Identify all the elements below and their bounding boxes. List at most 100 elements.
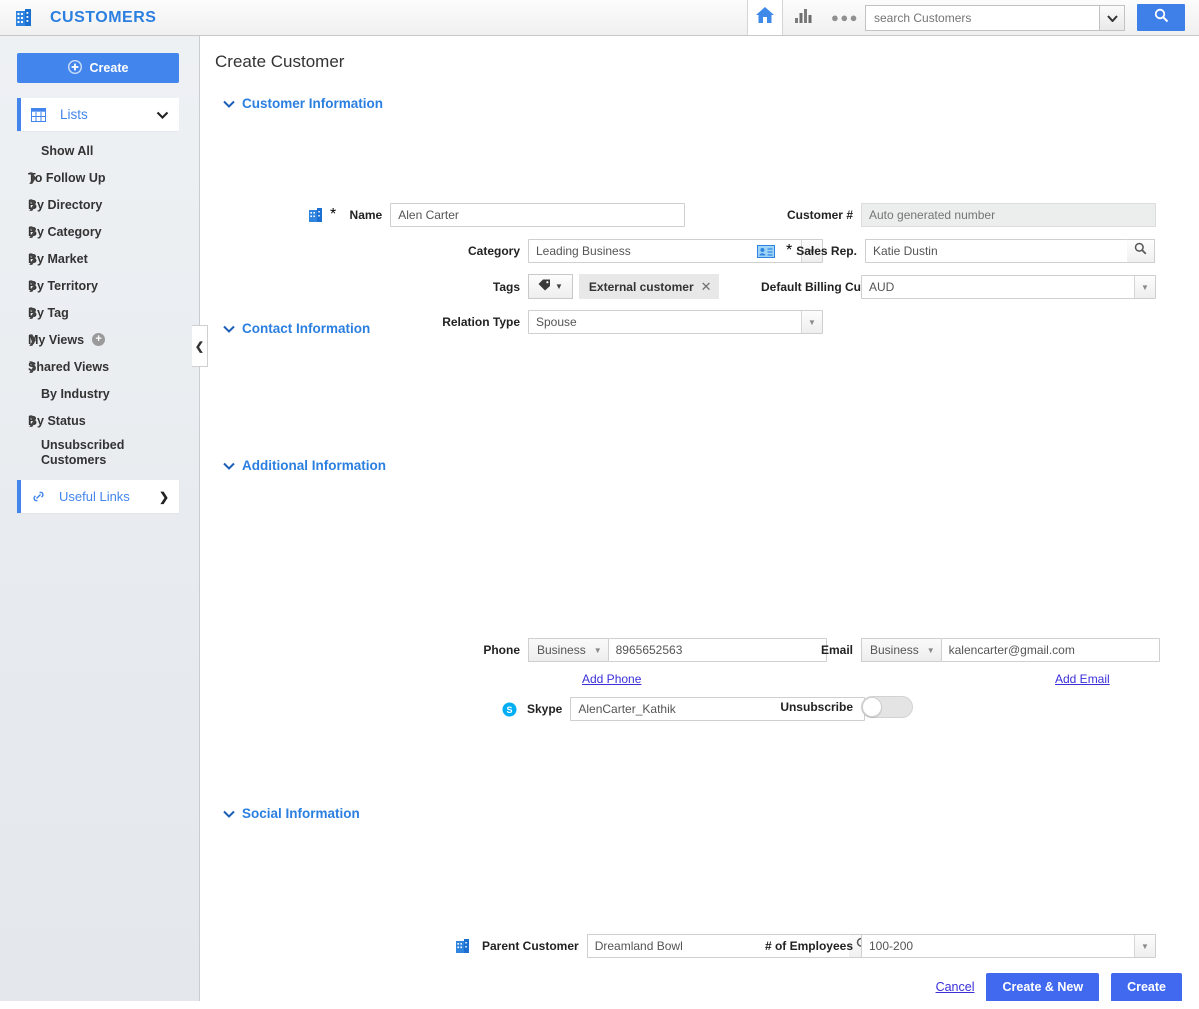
chevron-down-icon[interactable]: ▼ <box>801 311 822 333</box>
add-email-link[interactable]: Add Email <box>1055 672 1110 686</box>
field-row-name: * Name <box>309 203 686 227</box>
grid-icon <box>31 107 46 122</box>
sales-rep-search-button[interactable] <box>1126 239 1155 263</box>
create-submit-button[interactable]: Create <box>1111 972 1182 1002</box>
chevron-down-icon: ▼ <box>593 645 602 655</box>
chevron-down-icon <box>223 459 235 473</box>
reports-button[interactable] <box>783 0 825 35</box>
sidebar-item-useful-links[interactable]: Useful Links ❯ <box>17 480 179 513</box>
chevron-down-icon <box>223 807 235 821</box>
sidebar-item-lists[interactable]: Lists <box>17 98 179 131</box>
tag-chip[interactable]: External customer ✕ <box>578 274 719 299</box>
sidebar-item-by-industry[interactable]: By Industry <box>0 380 199 407</box>
sidebar-item-my-views[interactable]: ❯ My Views + <box>0 326 199 353</box>
create-button-label: Create <box>89 61 129 75</box>
relation-type-select[interactable]: Spouse ▼ <box>528 310 823 334</box>
chevron-down-icon: ▼ <box>555 282 563 291</box>
create-and-new-button[interactable]: Create & New <box>986 972 1100 1002</box>
field-label-billing-currency: Default Billing Currency <box>761 280 898 294</box>
required-marker: * <box>786 242 793 259</box>
field-row-customer-number: Customer # <box>761 203 1156 227</box>
field-label-category: Category <box>467 244 520 258</box>
section-header-additional-information[interactable]: Additional Information <box>223 458 1199 473</box>
sales-rep-input[interactable] <box>864 239 1127 263</box>
sidebar-item-label: Unsubscribed Customers <box>41 438 125 467</box>
chevron-down-icon: ▼ <box>926 645 935 655</box>
home-button[interactable] <box>747 0 783 35</box>
search-scope-dropdown[interactable] <box>1099 4 1125 31</box>
field-row-email: Email Business ▼ <box>761 638 1160 662</box>
sidebar-item-shared-views[interactable]: ❯ Shared Views <box>0 353 199 380</box>
field-label-unsubscribe: Unsubscribe <box>780 700 853 714</box>
customer-number-input <box>861 203 1156 227</box>
billing-currency-select[interactable]: AUD ▼ <box>861 275 1156 299</box>
employees-select[interactable]: 100-200 ▼ <box>861 934 1156 958</box>
unsubscribe-toggle[interactable] <box>861 696 913 718</box>
sidebar-item-by-status[interactable]: ❯ By Status <box>0 407 199 434</box>
building-icon <box>456 939 472 953</box>
chevron-right-icon: ❯ <box>28 280 38 292</box>
required-marker: * <box>330 206 337 223</box>
chevron-right-icon: ❯ <box>28 415 38 427</box>
sidebar-nav-list: Show All ❯ To Follow Up ❯ By Directory ❯… <box>0 137 199 468</box>
chevron-right-icon: ❯ <box>28 253 38 265</box>
section-header-customer-information[interactable]: Customer Information <box>223 96 1199 111</box>
chevron-down-icon[interactable]: ▼ <box>1134 276 1155 298</box>
field-label-tags: Tags <box>492 279 520 294</box>
search-icon <box>1134 242 1147 260</box>
close-icon[interactable]: ✕ <box>701 279 712 295</box>
chevron-right-icon: ❯ <box>28 226 38 238</box>
sidebar-item-lists-label: Lists <box>60 107 88 122</box>
field-row-unsubscribe: Unsubscribe <box>761 696 913 718</box>
relation-type-value: Spouse <box>536 315 577 329</box>
phone-type-select[interactable]: Business ▼ <box>528 638 608 662</box>
plus-circle-icon <box>67 59 82 77</box>
sidebar-item-label: Shared Views <box>28 359 110 374</box>
more-options-button[interactable]: ●●● <box>825 0 865 35</box>
name-input[interactable] <box>390 203 686 227</box>
chevron-right-icon: ❯ <box>28 307 38 319</box>
sidebar-item-to-follow-up[interactable]: ❯ To Follow Up <box>0 164 199 191</box>
app-title: CUSTOMERS <box>50 8 157 26</box>
field-row-employees: # of Employees 100-200 ▼ <box>761 934 1156 958</box>
sidebar-item-show-all[interactable]: Show All <box>0 137 199 164</box>
search-submit-button[interactable] <box>1137 4 1185 31</box>
chevron-down-icon <box>223 322 235 336</box>
sidebar-item-unsubscribed-customers[interactable]: Unsubscribed Customers <box>0 434 175 468</box>
field-row-billing-currency: Default Billing Currency AUD ▼ <box>761 275 1156 299</box>
field-row-tags: Tags ▼ External customer ✕ <box>309 274 719 299</box>
link-icon <box>31 490 46 504</box>
email-input[interactable] <box>940 638 1160 662</box>
bar-chart-icon <box>795 7 813 29</box>
email-type-value: Business <box>870 643 919 657</box>
sidebar-item-by-category[interactable]: ❯ By Category <box>0 218 199 245</box>
sidebar-item-by-market[interactable]: ❯ By Market <box>0 245 199 272</box>
field-label-email: Email <box>820 643 853 657</box>
sidebar-collapse-handle[interactable]: ❮ <box>192 325 208 367</box>
section-title: Customer Information <box>242 96 384 111</box>
sidebar-item-by-territory[interactable]: ❯ By Territory <box>0 272 199 299</box>
add-view-icon[interactable]: + <box>92 333 106 346</box>
field-row-category: Category Leading Business ▼ <box>309 239 823 263</box>
email-type-select[interactable]: Business ▼ <box>861 638 941 662</box>
create-button[interactable]: Create <box>17 53 179 83</box>
tag-dropdown-button[interactable]: ▼ <box>528 274 573 299</box>
cancel-button[interactable]: Cancel <box>936 980 975 994</box>
chevron-down-icon <box>1106 9 1118 27</box>
add-phone-link[interactable]: Add Phone <box>582 672 641 686</box>
global-search <box>865 4 1125 31</box>
sidebar-item-by-directory[interactable]: ❯ By Directory <box>0 191 199 218</box>
chevron-down-icon[interactable]: ▼ <box>1134 935 1155 957</box>
field-label-name: Name <box>349 208 383 222</box>
sidebar-item-by-tag[interactable]: ❯ By Tag <box>0 299 199 326</box>
main-content: Create Customer Customer Information * N… <box>201 36 1199 1009</box>
section-header-social-information[interactable]: Social Information <box>223 806 1199 821</box>
chevron-right-icon: ❯ <box>28 361 38 373</box>
home-icon <box>754 5 776 30</box>
contact-card-icon <box>757 244 775 258</box>
chevron-down-icon <box>223 97 235 111</box>
chevron-down-icon <box>156 106 169 124</box>
field-label-skype: Skype <box>527 702 563 716</box>
search-input[interactable] <box>865 4 1099 31</box>
billing-currency-value: AUD <box>869 280 895 294</box>
